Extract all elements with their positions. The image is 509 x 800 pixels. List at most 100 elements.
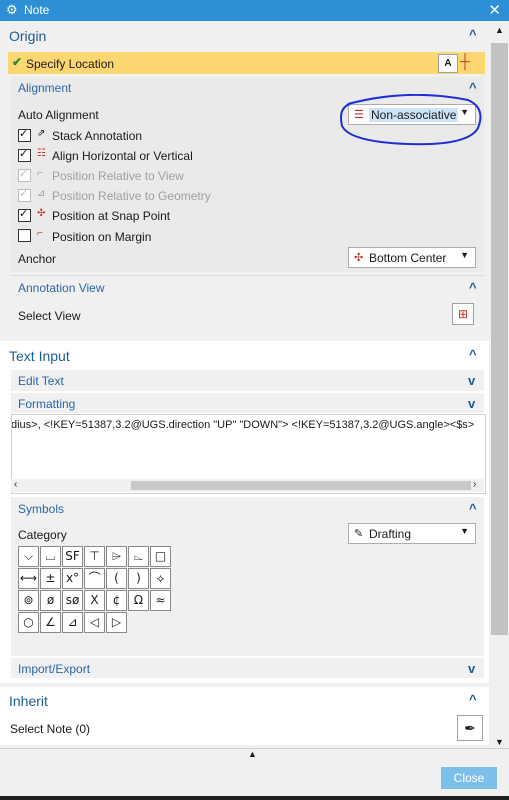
symbol-button[interactable]: ⊤	[84, 546, 105, 567]
text-input-header[interactable]: Text Input	[9, 348, 70, 364]
title-bar: ⚙ Note ✕	[0, 0, 509, 21]
gear-icon[interactable]: ⚙	[6, 2, 18, 18]
align-horizontal-label: Align Horizontal or Vertical	[52, 149, 193, 163]
window-title: Note	[24, 3, 50, 17]
align-horizontal-checkbox[interactable]	[18, 147, 31, 162]
symbol-button[interactable]: X	[84, 590, 105, 611]
edit-text-header[interactable]: Edit Text	[18, 374, 64, 388]
dropdown-arrow-icon: ▼	[460, 526, 469, 536]
position-relative-geometry-checkbox[interactable]	[18, 187, 31, 202]
footer	[0, 760, 509, 800]
chevron-up-icon[interactable]: ^	[469, 27, 477, 42]
horizontal-scrollbar[interactable]: ‹ ›	[11, 479, 484, 492]
anchor-icon: ✣	[354, 252, 364, 264]
symbol-button[interactable]: ◁	[84, 612, 105, 633]
origin-header[interactable]: Origin	[9, 28, 46, 44]
anchor-label: Anchor	[18, 252, 57, 266]
close-icon[interactable]: ✕	[488, 1, 501, 19]
margin-icon: ⌐	[37, 228, 43, 239]
symbol-button[interactable]: ○	[18, 612, 39, 633]
snap-point-icon: ✣	[37, 208, 46, 219]
anchor-value: Bottom Center	[369, 251, 447, 265]
formatting-header[interactable]: Formatting	[18, 397, 75, 411]
symbol-button[interactable]: ⟡	[150, 568, 171, 589]
specify-location-label: Specify Location	[26, 57, 115, 71]
symbol-button[interactable]: ∠	[40, 612, 61, 633]
chevron-up-icon[interactable]: ^	[469, 501, 477, 516]
select-view-button[interactable]: ⊞	[452, 303, 474, 325]
symbol-button[interactable]: SF	[62, 546, 83, 567]
position-relative-geometry-label: Position Relative to Geometry	[52, 189, 211, 203]
category-label: Category	[18, 528, 67, 542]
symbol-button[interactable]: ≈	[150, 590, 171, 611]
scroll-thumb[interactable]	[131, 481, 471, 490]
eyedropper-icon: ✒	[464, 720, 476, 736]
auto-alignment-label: Auto Alignment	[18, 108, 99, 122]
close-button[interactable]: Close	[441, 767, 497, 789]
drafting-icon: ✎	[354, 528, 364, 540]
position-snap-point-checkbox[interactable]	[18, 207, 31, 222]
stack-annotation-label: Stack Annotation	[52, 129, 143, 143]
geometry-icon: ⊿	[37, 188, 46, 199]
symbol-button[interactable]: (	[106, 568, 127, 589]
import-export-header[interactable]: Import/Export	[18, 662, 90, 676]
annotation-circle	[340, 94, 482, 146]
symbol-button[interactable]: ⌒	[84, 568, 105, 589]
symbol-button[interactable]: ±	[40, 568, 61, 589]
scroll-left-icon[interactable]: ‹	[14, 479, 17, 490]
symbol-button[interactable]: ⌴	[40, 546, 61, 567]
eyedropper-button[interactable]: ✒	[457, 715, 483, 741]
select-note-label: Select Note (0)	[10, 722, 91, 736]
stack-annotation-checkbox[interactable]	[18, 127, 31, 142]
view-icon: ⌐	[37, 168, 43, 179]
position-snap-point-label: Position at Snap Point	[52, 209, 171, 223]
position-relative-view-label: Position Relative to View	[52, 169, 184, 183]
stack-icon: ⇗	[37, 128, 46, 139]
symbol-button[interactable]: ▷	[106, 612, 127, 633]
align-icon: ☷	[37, 148, 46, 159]
check-icon: ✔	[12, 55, 23, 69]
chevron-down-icon[interactable]: v	[468, 661, 475, 676]
point-snap-icon[interactable]: ┼	[460, 53, 470, 69]
symbol-button[interactable]: ⊚	[18, 590, 39, 611]
chevron-down-icon[interactable]: v	[468, 373, 475, 388]
symbol-button[interactable]: ⊿	[62, 612, 83, 633]
inherit-header[interactable]: Inherit	[9, 693, 48, 709]
scroll-right-icon[interactable]: ›	[473, 479, 476, 490]
position-margin-checkbox[interactable]	[18, 229, 31, 242]
annotation-view-header[interactable]: Annotation View	[18, 281, 105, 295]
position-relative-view-checkbox[interactable]	[18, 167, 31, 182]
symbol-button[interactable]: ¢	[106, 590, 127, 611]
symbol-button[interactable]: Ω	[128, 590, 149, 611]
scroll-down-icon[interactable]: ▼	[495, 737, 504, 747]
chevron-up-icon[interactable]: ^	[469, 280, 477, 295]
anchor-dropdown[interactable]: ✣ Bottom Center ▼	[348, 247, 476, 268]
taskbar-edge	[0, 796, 509, 800]
category-dropdown[interactable]: ✎ Drafting ▼	[348, 523, 476, 544]
symbol-button[interactable]: ⟷	[18, 568, 39, 589]
symbols-header[interactable]: Symbols	[18, 502, 64, 516]
point-dialog-icon[interactable]: A	[438, 54, 458, 73]
chevron-up-icon[interactable]: ^	[469, 80, 477, 95]
vertical-scrollbar[interactable]: ▲ ▼	[490, 21, 509, 751]
alignment-header[interactable]: Alignment	[18, 81, 71, 95]
symbol-button[interactable]: ⌲	[106, 546, 127, 567]
symbol-button[interactable]: x°	[62, 568, 83, 589]
dropdown-arrow-icon: ▼	[460, 250, 469, 260]
symbol-button[interactable]: )	[128, 568, 149, 589]
symbol-button[interactable]: ø	[40, 590, 61, 611]
symbol-button[interactable]: ⌳	[128, 546, 149, 567]
text-content: dius>, <!KEY=51387,3.2@UGS.direction "UP…	[11, 419, 475, 431]
category-value: Drafting	[369, 527, 412, 541]
symbol-button[interactable]: sø	[62, 590, 83, 611]
symbol-button[interactable]: □	[150, 546, 171, 567]
chevron-down-icon[interactable]: v	[468, 396, 475, 411]
position-margin-label: Position on Margin	[52, 230, 152, 244]
chevron-up-icon[interactable]: ^	[469, 347, 477, 362]
scroll-up-icon[interactable]: ▲	[495, 25, 504, 35]
chevron-up-icon[interactable]: ^	[469, 692, 477, 707]
specify-location-row[interactable]: ✔ Specify Location A ┼	[8, 52, 485, 74]
scroll-thumb[interactable]	[491, 43, 508, 635]
collapse-more-icon[interactable]: ▲	[248, 749, 257, 759]
symbol-button[interactable]: ⌵	[18, 546, 39, 567]
